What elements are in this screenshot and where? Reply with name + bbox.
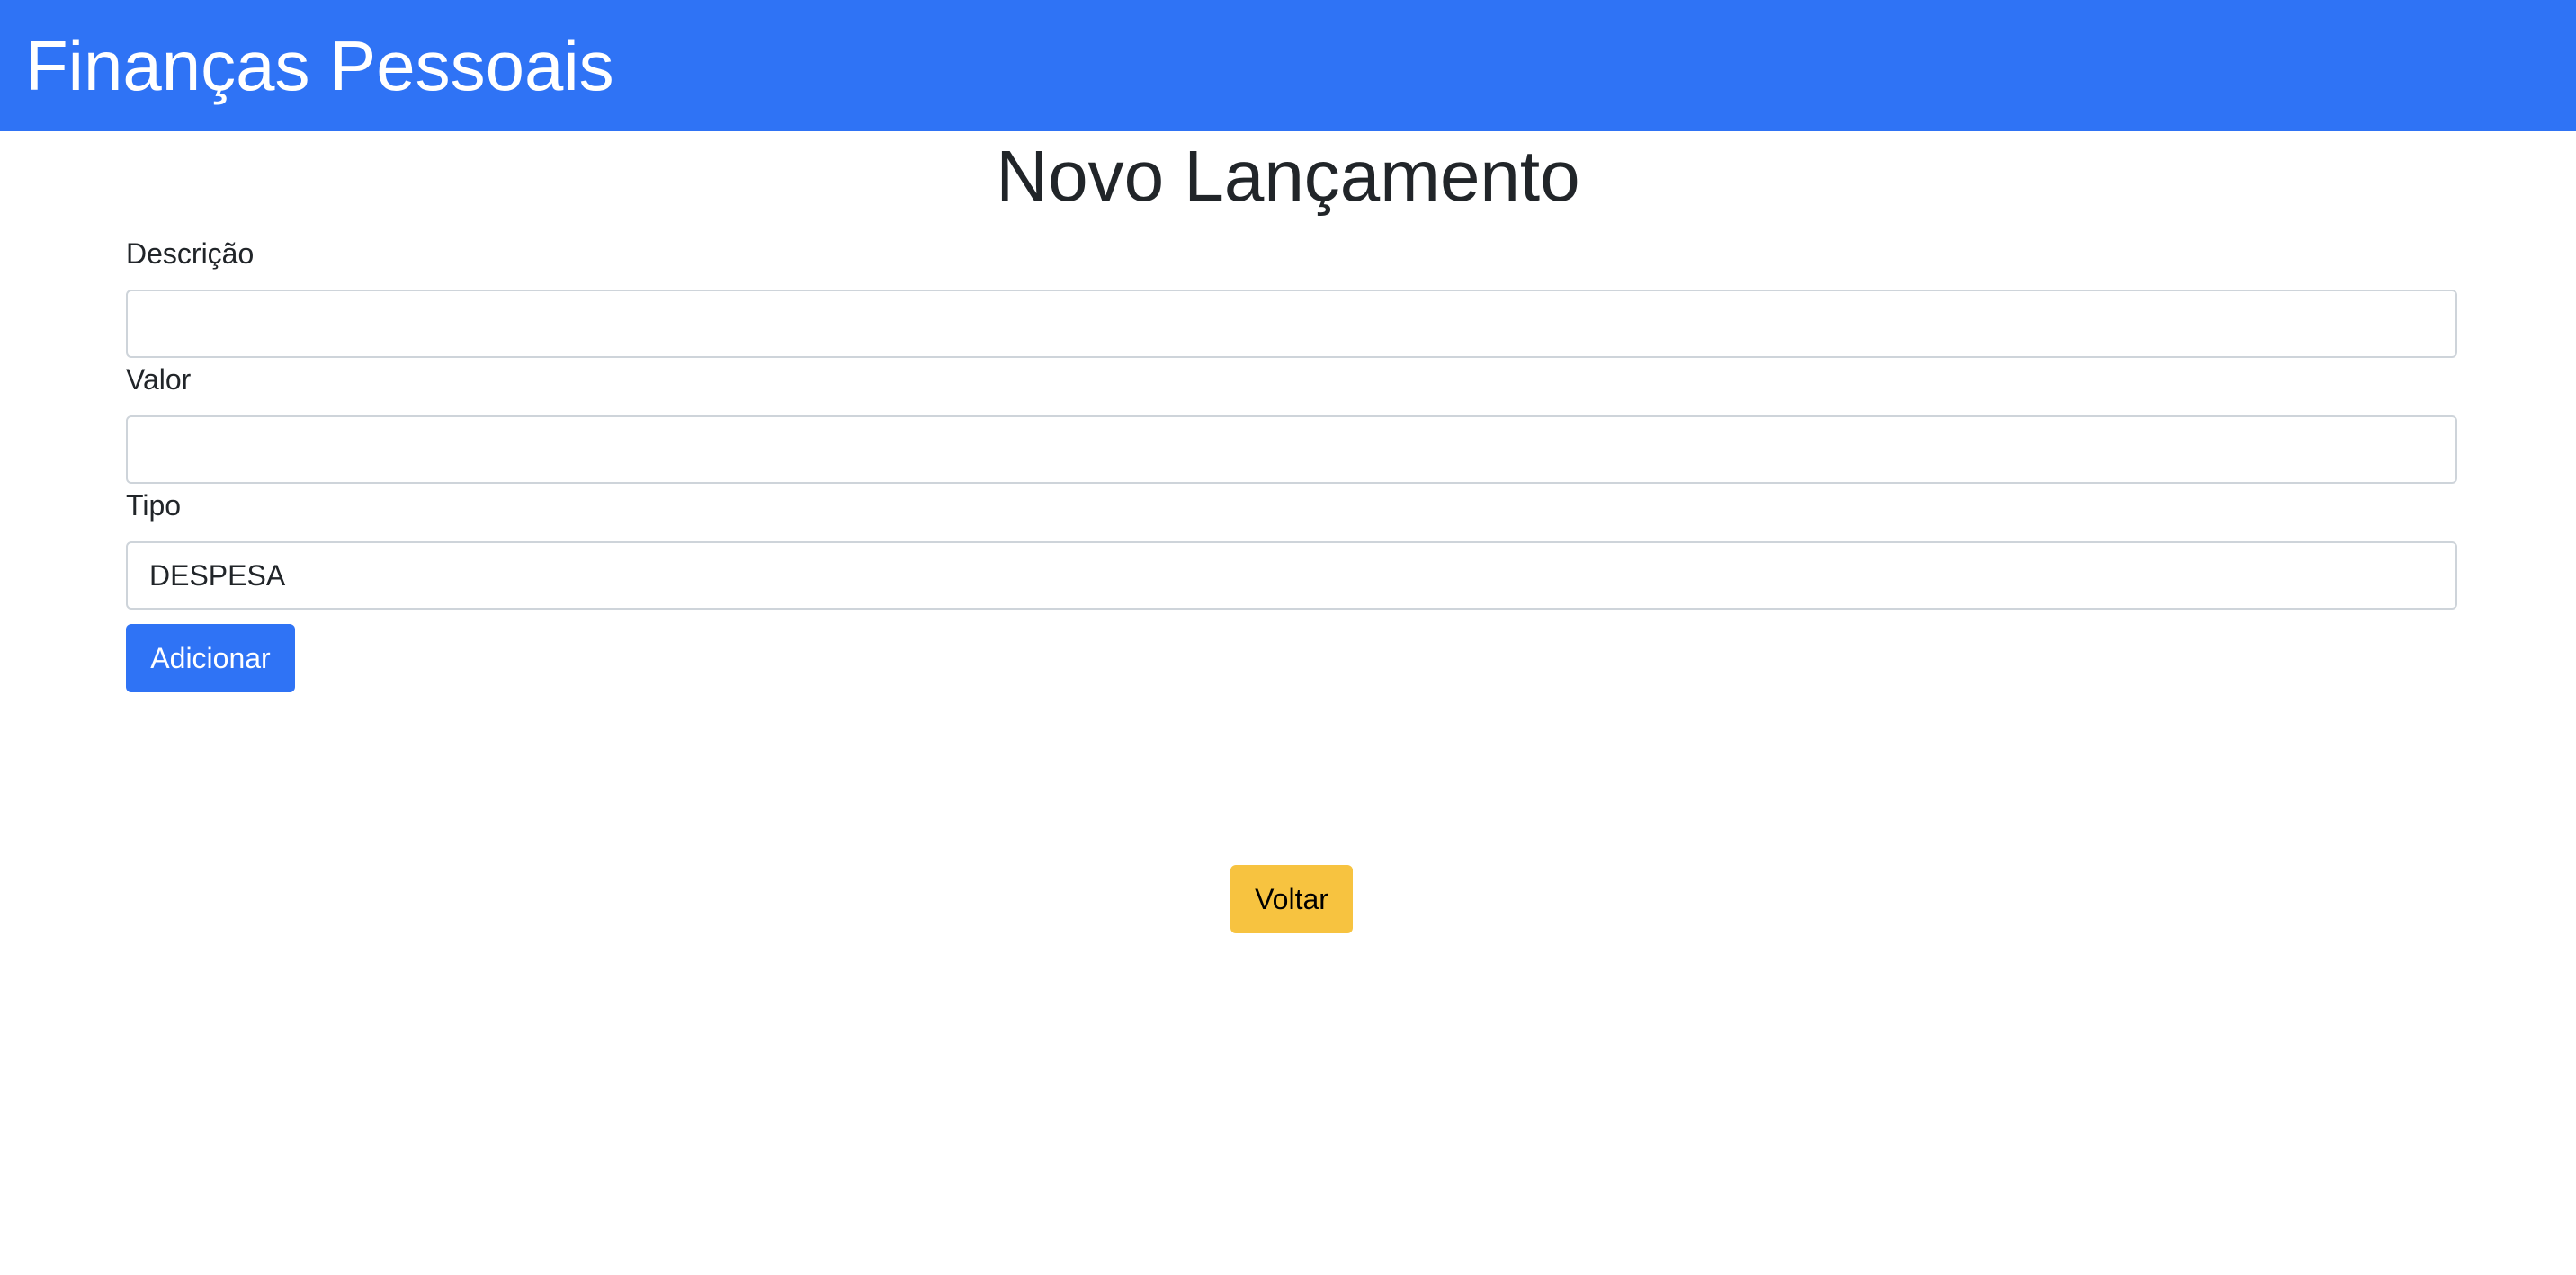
tipo-label: Tipo <box>126 489 182 522</box>
descricao-input[interactable] <box>126 290 2457 358</box>
navbar: Finanças Pessoais <box>0 0 2576 131</box>
add-button[interactable]: Adicionar <box>126 624 295 692</box>
tipo-input[interactable] <box>126 541 2457 610</box>
descricao-label: Descrição <box>126 237 255 270</box>
valor-label: Valor <box>126 363 192 396</box>
valor-input[interactable] <box>126 415 2457 484</box>
page-title: Novo Lançamento <box>996 136 1580 216</box>
app-brand[interactable]: Finanças Pessoais <box>25 25 614 106</box>
back-button[interactable]: Voltar <box>1230 865 1353 933</box>
